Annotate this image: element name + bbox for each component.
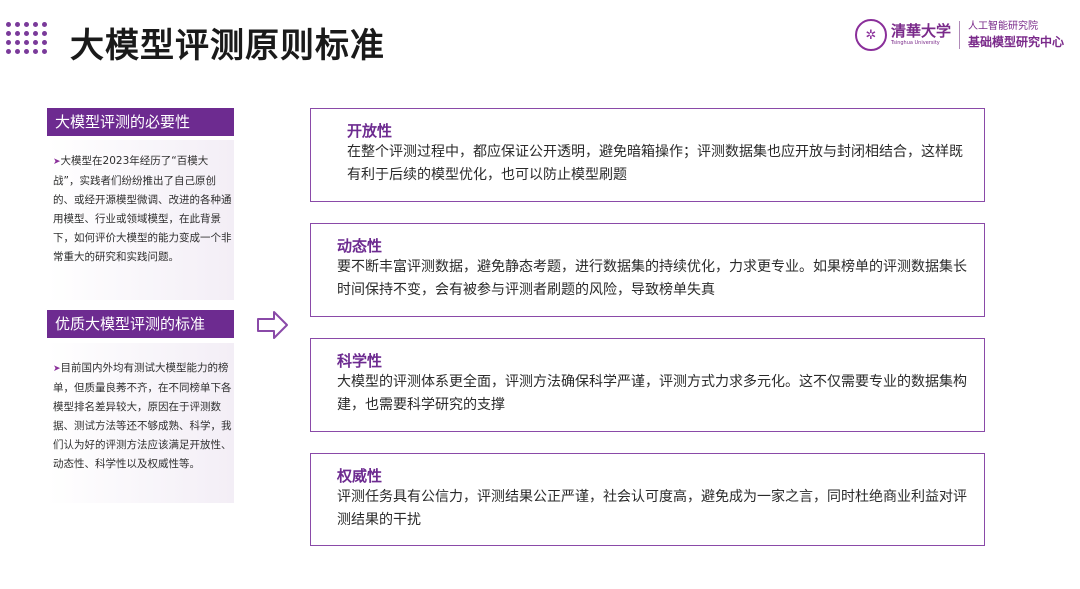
section-title-necessity: 大模型评测的必要性 xyxy=(47,108,234,136)
university-name: 清華大学 xyxy=(890,22,951,40)
bullet-arrow-icon: ➤ xyxy=(53,364,61,374)
principle-text: 评测任务具有公信力，评测结果公正严谨，社会认可度高，避免成为一家之言，同时杜绝商… xyxy=(337,489,967,528)
principle-text: 要不断丰富评测数据，避免静态考题，进行数据集的持续优化，力求更专业。如果榜单的评… xyxy=(337,259,967,298)
principle-text: 在整个评测过程中，都应保证公开透明，避免暗箱操作；评测数据集也应开放与封闭相结合… xyxy=(347,144,963,183)
section-title-standard: 优质大模型评测的标准 xyxy=(47,310,234,338)
principle-title: 科学性 xyxy=(337,352,383,370)
principle-title: 动态性 xyxy=(337,237,383,255)
page-title: 大模型评测原则标准 xyxy=(70,26,385,66)
principle-card-dynamism: 动态性 要不断丰富评测数据，避免静态考题，进行数据集的持续优化，力求更专业。如果… xyxy=(310,223,985,317)
bullet-arrow-icon: ➤ xyxy=(53,157,61,167)
principle-title: 权威性 xyxy=(337,467,383,485)
principle-card-scientific: 科学性 大模型的评测体系更全面，评测方法确保科学严谨，评测方式力求多元化。这不仅… xyxy=(310,338,985,432)
right-arrow-icon xyxy=(257,311,288,339)
university-name-en: Tsinghua University xyxy=(890,40,940,46)
principle-title: 开放性 xyxy=(347,122,393,140)
principle-card-authority: 权威性 评测任务具有公信力，评测结果公正严谨，社会认可度高，避免成为一家之言，同… xyxy=(310,453,985,546)
university-seal-icon: ✲ xyxy=(854,19,887,51)
brand-logo: ✲ 清華大学 Tsinghua University 人工智能研究院 基础模型研… xyxy=(854,18,1064,52)
principle-card-openness: 开放性 在整个评测过程中，都应保证公开透明，避免暗箱操作；评测数据集也应开放与封… xyxy=(310,108,985,202)
section-text-necessity: ➤大模型在2023年经历了“百模大战”，实践者们纷纷推出了自己原创的、或经开源模… xyxy=(53,155,232,263)
center-name: 基础模型研究中心 xyxy=(967,35,1064,49)
brand-divider xyxy=(958,21,960,49)
institute-name: 人工智能研究院 xyxy=(967,21,1038,32)
decorative-dot-grid xyxy=(4,20,48,60)
section-text-standard: ➤目前国内外均有测试大模型能力的榜单，但质量良莠不齐，在不同榜单下各模型排名差异… xyxy=(53,362,232,470)
principle-text: 大模型的评测体系更全面，评测方法确保科学严谨，评测方式力求多元化。这不仅需要专业… xyxy=(337,374,967,413)
